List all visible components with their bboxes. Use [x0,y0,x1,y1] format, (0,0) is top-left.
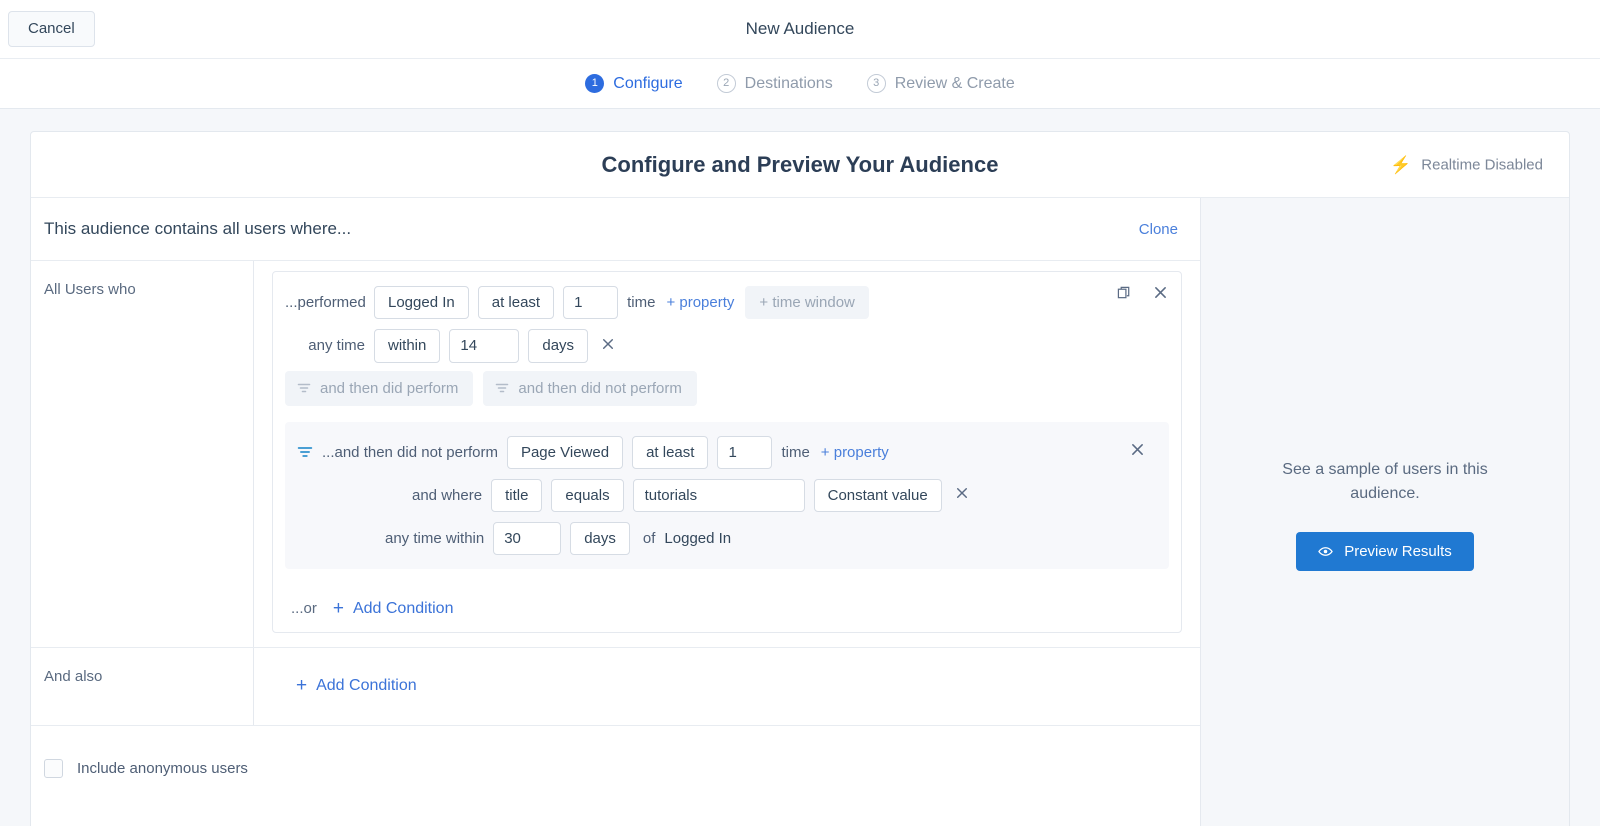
sub-condition-line-timeframe: any time within days of Logged In [297,522,1157,556]
and-then-did-perform-button[interactable]: and then did perform [285,370,474,406]
card-title: Configure and Preview Your Audience [601,151,999,177]
preview-panel: See a sample of users in this audience. … [1201,198,1569,826]
and-then-did-perform-label: and then did perform [320,379,459,397]
value-type-select[interactable]: Constant value [813,478,942,512]
audience-card: Configure and Preview Your Audience ⚡ Re… [30,131,1570,826]
sub-count-input[interactable] [717,435,773,469]
add-condition-button-and-also[interactable]: + Add Condition [294,674,419,697]
condition-group-body: ...performed Logged In at least time + p… [253,261,1200,648]
time-window-unit-select[interactable]: days [528,329,589,363]
clone-button[interactable]: Clone [1139,221,1178,238]
remove-sub-condition-icon[interactable] [1126,440,1149,463]
and-then-did-not-perform-label: and then did not perform [518,379,682,397]
plus-icon: + [296,675,308,697]
performed-prefix-label: ...performed [285,294,366,312]
card-body: This audience contains all users where..… [31,198,1569,826]
realtime-status-label: Realtime Disabled [1421,156,1543,173]
step-nav: 1 Configure 2 Destinations 3 Review & Cr… [0,59,1600,109]
filter-icon [297,381,311,395]
add-condition-label: Add Condition [316,676,417,694]
and-then-did-not-perform-button[interactable]: and then did not perform [483,370,697,406]
sub-count-unit-label: time [781,443,810,461]
step-label-destinations: Destinations [744,74,833,92]
count-unit-label: time [627,294,656,312]
eye-icon [1318,544,1333,559]
condition-group-all-users: All Users who ...performed Logged In at … [31,261,1200,649]
sub-condition-prefix-label: ...and then did not perform [322,443,498,461]
add-condition-button-or[interactable]: + Add Condition [331,597,456,620]
operator-select[interactable]: at least [477,286,555,320]
step-label-review-create: Review & Create [894,74,1015,92]
condition-group-body-and-also: + Add Condition [253,648,1200,726]
sub-time-value-input[interactable] [493,522,562,556]
step-label-configure: Configure [613,74,683,92]
and-where-label: and where [412,486,483,504]
step-number-2: 2 [716,74,736,93]
sub-add-property-button[interactable]: + property [819,440,891,465]
step-review-create[interactable]: 3 Review & Create [866,74,1015,93]
or-add-condition-row: ...or + Add Condition [285,597,1169,620]
preview-results-button[interactable]: Preview Results [1296,532,1474,571]
condition-group-label-and-also: And also [44,668,103,686]
add-condition-label: Add Condition [352,599,454,617]
step-configure[interactable]: 1 Configure [585,74,683,93]
any-time-label: any time [308,337,365,355]
sub-condition-line-where: and where title equals Constant value [297,478,1157,512]
bolt-icon: ⚡ [1390,155,1412,174]
remove-property-filter-icon[interactable] [951,484,973,506]
condition-group-label: All Users who [44,281,136,298]
sub-condition-line-event: ...and then did not perform Page Viewed … [297,435,1157,469]
page-background: Configure and Preview Your Audience ⚡ Re… [0,109,1600,826]
sub-condition-card: ...and then did not perform Page Viewed … [285,421,1169,570]
within-select[interactable]: within [374,329,441,363]
comparator-select[interactable]: equals [551,478,624,512]
remove-time-window-icon[interactable] [597,335,619,357]
property-value-input[interactable] [632,478,805,512]
preview-description: See a sample of users in this audience. [1282,461,1488,502]
or-label: ...or [291,600,317,618]
realtime-status: ⚡ Realtime Disabled [1390,156,1543,173]
contains-text: This audience contains all users where..… [44,219,352,238]
property-select[interactable]: title [491,478,543,512]
condition-card: ...performed Logged In at least time + p… [272,271,1182,634]
preview-results-label: Preview Results [1344,543,1452,560]
contains-row: This audience contains all users where..… [31,198,1200,261]
add-time-window-button[interactable]: + time window [745,286,869,320]
any-time-within-label: any time within [385,530,485,548]
preview-wrap: See a sample of users in this audience. … [1263,458,1508,571]
condition-line-time-window: any time within days [285,329,1169,363]
condition-group-and-also: And also + Add Condition [31,648,1200,727]
event-select[interactable]: Logged In [374,286,469,320]
close-icon[interactable] [1152,284,1169,301]
include-anonymous-row: Include anonymous users [31,726,1200,788]
step-number-1: 1 [585,74,605,93]
page-title: New Audience [745,19,855,38]
filter-icon [297,444,313,460]
add-property-button[interactable]: + property [664,290,736,315]
include-anonymous-checkbox[interactable] [44,758,63,778]
card-header: Configure and Preview Your Audience ⚡ Re… [31,132,1569,198]
sub-event-select[interactable]: Page Viewed [506,435,624,469]
step-number-3: 3 [866,74,886,93]
top-bar: Cancel New Audience [0,0,1600,59]
count-input[interactable] [563,286,619,320]
of-event-label: Logged In [664,530,732,548]
cancel-button[interactable]: Cancel [8,10,95,48]
plus-icon: + [332,598,344,620]
include-anonymous-label[interactable]: Include anonymous users [77,760,248,777]
filter-icon [495,381,509,395]
sub-operator-select[interactable]: at least [632,435,709,469]
condition-line-performed: ...performed Logged In at least time + p… [285,286,1169,320]
of-label: of [642,530,656,548]
time-window-value-input[interactable] [449,329,520,363]
duplicate-icon[interactable] [1115,283,1134,302]
conditions-panel: This audience contains all users where..… [31,198,1201,826]
condition-card-actions [1115,283,1169,302]
sub-time-unit-select[interactable]: days [570,522,630,556]
then-buttons-row: and then did perform and then did not pe… [285,370,1169,406]
step-destinations[interactable]: 2 Destinations [716,74,833,93]
